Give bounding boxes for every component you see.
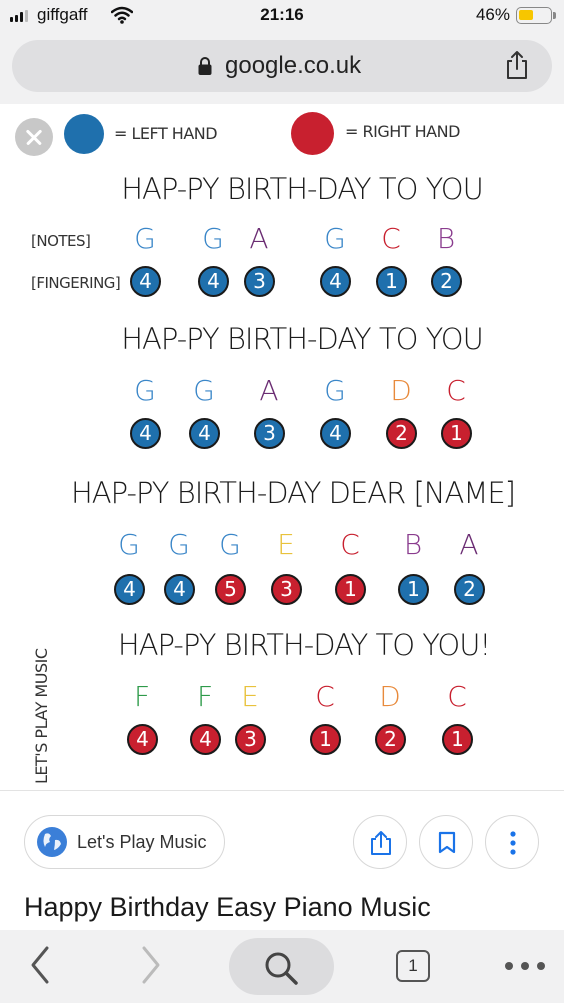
watermark: LET'S PLAY MUSIC [32, 648, 51, 785]
finger-number-badge: 4 [190, 724, 221, 755]
back-chevron-icon[interactable] [28, 944, 52, 986]
finger-number-badge: 4 [130, 418, 161, 449]
lock-icon [198, 57, 212, 75]
site-chip[interactable]: Let's Play Music [24, 815, 225, 869]
result-share-button[interactable] [353, 815, 407, 869]
bottom-toolbar: 1 [0, 930, 564, 1003]
lyric-line-1: HAP-PY BIRTH-DAY TO YOU [121, 172, 484, 206]
site-name: Let's Play Music [77, 832, 207, 852]
note-letter: F [133, 680, 151, 713]
forward-chevron-icon[interactable] [139, 944, 163, 986]
lyric-line-2: HAP-PY BIRTH-DAY TO YOU [121, 322, 484, 356]
finger-number-badge: 1 [376, 266, 407, 297]
url-text: google.co.uk [225, 52, 362, 79]
finger-number-badge: 1 [442, 724, 473, 755]
note-letter: E [241, 680, 259, 713]
note-letter: E [277, 528, 295, 561]
finger-number-badge: 4 [320, 418, 351, 449]
share-icon [371, 831, 391, 855]
finger-number-badge: 4 [164, 574, 195, 605]
more-options-button[interactable] [485, 815, 539, 869]
note-letter: B [403, 528, 423, 561]
finger-number-badge: 2 [375, 724, 406, 755]
divider [0, 790, 564, 791]
bookmark-button[interactable] [419, 815, 473, 869]
more-vertical-icon [510, 831, 516, 855]
note-letter: A [459, 528, 479, 561]
search-button[interactable] [229, 938, 334, 995]
finger-number-badge: 2 [386, 418, 417, 449]
note-letter: G [193, 374, 215, 407]
battery-percent: 46% [475, 5, 510, 24]
search-icon [265, 952, 298, 985]
note-letter: G [324, 222, 346, 255]
finger-number-badge: 4 [130, 266, 161, 297]
close-icon[interactable] [15, 118, 53, 156]
result-title[interactable]: Happy Birthday Easy Piano Music [24, 892, 431, 923]
screen: giffgaff 21:16 46% google.co.uk = LEFT H… [0, 0, 564, 1003]
battery-level [519, 10, 533, 20]
finger-number-badge: 1 [441, 418, 472, 449]
finger-number-badge: 5 [215, 574, 246, 605]
left-hand-legend: = LEFT HAND [114, 124, 218, 143]
note-letter: C [381, 222, 401, 255]
finger-number-badge: 3 [235, 724, 266, 755]
bookmark-icon [438, 831, 456, 854]
finger-number-badge: 4 [189, 418, 220, 449]
note-letter: A [249, 222, 269, 255]
finger-number-badge: 3 [254, 418, 285, 449]
more-horizontal-icon[interactable] [504, 960, 546, 972]
note-letter: C [315, 680, 335, 713]
note-letter: D [379, 680, 401, 713]
tabs-button[interactable]: 1 [396, 950, 430, 982]
lyric-line-3: HAP-PY BIRTH-DAY DEAR [NAME] [70, 476, 516, 510]
finger-number-badge: 2 [454, 574, 485, 605]
right-hand-color-dot [291, 112, 334, 155]
globe-icon [37, 827, 67, 857]
note-letter: B [436, 222, 456, 255]
finger-number-badge: 4 [127, 724, 158, 755]
right-hand-legend: = RIGHT HAND [345, 122, 460, 141]
note-letter: A [259, 374, 279, 407]
note-letter: G [134, 222, 156, 255]
note-letter: G [202, 222, 224, 255]
left-hand-color-dot [64, 114, 104, 154]
note-letter: G [134, 374, 156, 407]
note-letter: G [168, 528, 190, 561]
notes-row-label: [NOTES] [31, 232, 91, 250]
piano-sheet-image: = LEFT HAND = RIGHT HAND [NOTES] [FINGER… [0, 104, 564, 788]
note-letter: G [219, 528, 241, 561]
finger-number-badge: 1 [398, 574, 429, 605]
note-letter: C [446, 374, 466, 407]
finger-number-badge: 2 [431, 266, 462, 297]
status-bar: giffgaff 21:16 46% [0, 0, 564, 32]
battery-nub [553, 12, 556, 19]
finger-number-badge: 1 [310, 724, 341, 755]
note-letter: D [390, 374, 412, 407]
finger-number-badge: 4 [114, 574, 145, 605]
lyric-line-4: HAP-PY BIRTH-DAY TO YOU! [117, 628, 491, 662]
finger-number-badge: 1 [335, 574, 366, 605]
note-letter: C [340, 528, 360, 561]
finger-number-badge: 3 [271, 574, 302, 605]
finger-number-badge: 4 [320, 266, 351, 297]
url-area: google.co.uk [0, 32, 564, 104]
finger-number-badge: 3 [244, 266, 275, 297]
note-letter: G [324, 374, 346, 407]
address-bar[interactable]: google.co.uk [12, 40, 552, 92]
note-letter: C [447, 680, 467, 713]
fingering-row-label: [FINGERING] [31, 274, 121, 292]
finger-number-badge: 4 [198, 266, 229, 297]
note-letter: F [196, 680, 214, 713]
note-letter: G [118, 528, 140, 561]
battery-icon [516, 7, 552, 24]
share-icon[interactable] [504, 50, 530, 80]
